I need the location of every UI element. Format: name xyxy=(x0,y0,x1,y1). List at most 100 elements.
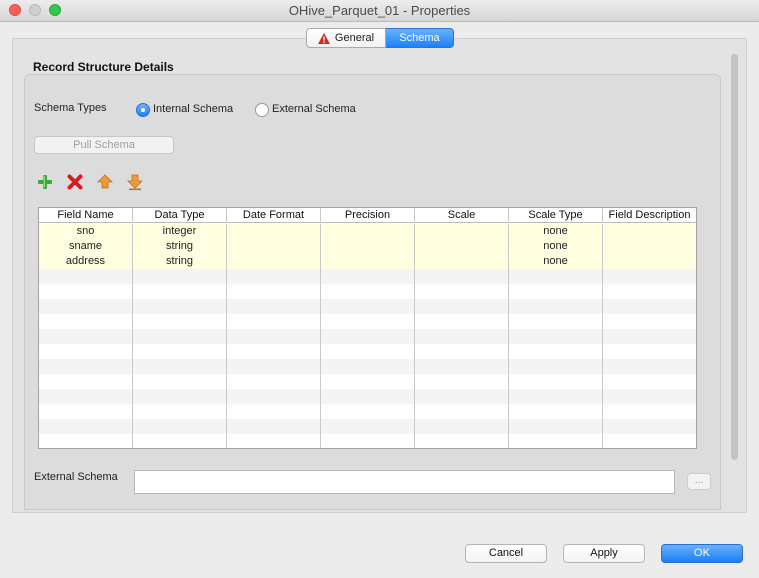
external-schema-input[interactable] xyxy=(134,470,675,494)
table-row[interactable] xyxy=(39,269,696,284)
table-cell[interactable]: sno xyxy=(39,224,133,239)
table-cell[interactable] xyxy=(509,419,603,434)
table-cell[interactable] xyxy=(603,239,696,254)
table-cell[interactable] xyxy=(39,284,133,299)
table-cell[interactable] xyxy=(603,254,696,269)
table-cell[interactable] xyxy=(415,314,509,329)
table-cell[interactable] xyxy=(133,329,227,344)
external-schema-label[interactable]: External Schema xyxy=(272,103,356,115)
table-cell[interactable] xyxy=(509,434,603,448)
table-row[interactable]: sname string none xyxy=(39,239,696,254)
external-schema-radio[interactable] xyxy=(255,103,269,117)
table-row[interactable] xyxy=(39,299,696,314)
table-cell[interactable] xyxy=(415,419,509,434)
cancel-button[interactable]: Cancel xyxy=(465,544,547,563)
table-cell[interactable] xyxy=(227,404,321,419)
table-cell[interactable] xyxy=(415,359,509,374)
table-cell[interactable] xyxy=(603,374,696,389)
table-cell[interactable] xyxy=(509,359,603,374)
column-header[interactable]: Precision xyxy=(321,208,415,223)
table-cell[interactable] xyxy=(415,404,509,419)
table-row[interactable]: sno integer none xyxy=(39,224,696,239)
table-cell[interactable] xyxy=(39,329,133,344)
table-cell[interactable] xyxy=(39,344,133,359)
table-cell[interactable] xyxy=(509,374,603,389)
table-cell[interactable] xyxy=(227,254,321,269)
table-cell[interactable] xyxy=(133,434,227,448)
table-cell[interactable] xyxy=(321,344,415,359)
table-cell[interactable] xyxy=(321,374,415,389)
table-cell[interactable] xyxy=(321,239,415,254)
table-cell[interactable] xyxy=(509,329,603,344)
table-cell[interactable] xyxy=(39,419,133,434)
table-cell[interactable]: none xyxy=(509,224,603,239)
table-row[interactable] xyxy=(39,404,696,419)
table-cell[interactable] xyxy=(133,374,227,389)
table-cell[interactable] xyxy=(603,224,696,239)
column-header[interactable]: Field Name xyxy=(39,208,133,223)
table-row[interactable] xyxy=(39,314,696,329)
tab-general[interactable]: General xyxy=(306,28,386,48)
table-cell[interactable]: integer xyxy=(133,224,227,239)
table-cell[interactable] xyxy=(39,269,133,284)
table-cell[interactable] xyxy=(227,344,321,359)
table-cell[interactable] xyxy=(133,419,227,434)
table-cell[interactable] xyxy=(227,284,321,299)
table-cell[interactable] xyxy=(603,419,696,434)
table-cell[interactable] xyxy=(415,344,509,359)
table-cell[interactable] xyxy=(415,434,509,448)
table-cell[interactable] xyxy=(603,284,696,299)
table-cell[interactable] xyxy=(321,299,415,314)
table-cell[interactable] xyxy=(509,389,603,404)
apply-button[interactable]: Apply xyxy=(563,544,645,563)
table-cell[interactable] xyxy=(509,299,603,314)
table-cell[interactable] xyxy=(227,419,321,434)
table-cell[interactable] xyxy=(509,269,603,284)
table-cell[interactable] xyxy=(603,404,696,419)
table-cell[interactable] xyxy=(415,374,509,389)
column-header[interactable]: Scale xyxy=(415,208,509,223)
table-cell[interactable] xyxy=(509,344,603,359)
table-cell[interactable] xyxy=(227,239,321,254)
table-cell[interactable]: string xyxy=(133,239,227,254)
table-cell[interactable] xyxy=(227,434,321,448)
move-down-icon[interactable] xyxy=(126,173,144,191)
table-cell[interactable]: none xyxy=(509,254,603,269)
column-header[interactable]: Scale Type xyxy=(509,208,603,223)
column-header[interactable]: Data Type xyxy=(133,208,227,223)
table-cell[interactable] xyxy=(603,344,696,359)
table-cell[interactable] xyxy=(415,224,509,239)
table-cell[interactable] xyxy=(227,299,321,314)
table-cell[interactable] xyxy=(227,329,321,344)
table-cell[interactable] xyxy=(39,374,133,389)
table-cell[interactable] xyxy=(227,224,321,239)
table-row[interactable] xyxy=(39,434,696,448)
table-cell[interactable]: address xyxy=(39,254,133,269)
table-cell[interactable] xyxy=(321,314,415,329)
table-cell[interactable] xyxy=(227,374,321,389)
table-cell[interactable] xyxy=(603,434,696,448)
table-cell[interactable] xyxy=(603,269,696,284)
browse-button[interactable]: ... xyxy=(687,473,711,490)
pull-schema-button[interactable]: Pull Schema xyxy=(34,136,174,154)
move-up-icon[interactable] xyxy=(96,173,114,191)
table-cell[interactable] xyxy=(39,359,133,374)
table-row[interactable] xyxy=(39,389,696,404)
table-cell[interactable] xyxy=(227,389,321,404)
table-cell[interactable] xyxy=(415,284,509,299)
table-cell[interactable]: sname xyxy=(39,239,133,254)
table-cell[interactable] xyxy=(39,299,133,314)
table-cell[interactable] xyxy=(603,299,696,314)
column-header[interactable]: Date Format xyxy=(227,208,321,223)
table-cell[interactable] xyxy=(415,254,509,269)
table-cell[interactable] xyxy=(321,419,415,434)
table-row[interactable] xyxy=(39,344,696,359)
delete-icon[interactable] xyxy=(66,173,84,191)
table-cell[interactable] xyxy=(603,359,696,374)
table-cell[interactable] xyxy=(39,434,133,448)
table-cell[interactable] xyxy=(415,389,509,404)
table-cell[interactable] xyxy=(603,389,696,404)
table-row[interactable]: address string none xyxy=(39,254,696,269)
table-cell[interactable]: string xyxy=(133,254,227,269)
table-cell[interactable] xyxy=(321,254,415,269)
